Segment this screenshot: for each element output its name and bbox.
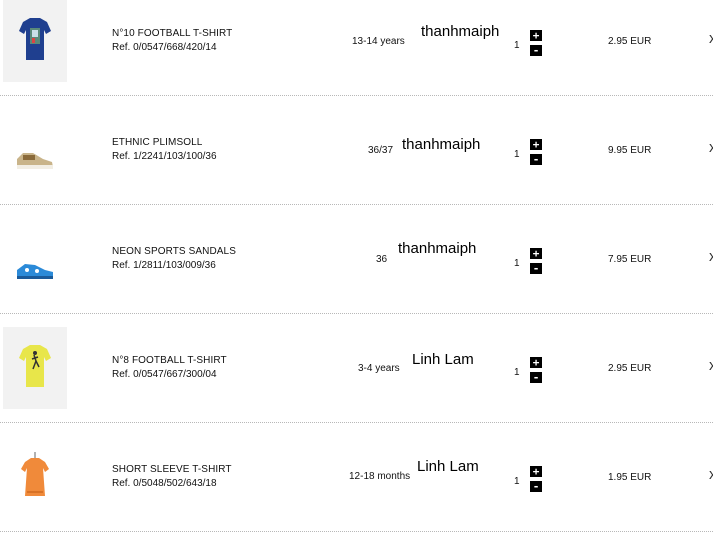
product-name[interactable]: NEON SPORTS SANDALS	[112, 246, 236, 257]
product-size: 13-14 years	[352, 36, 405, 47]
product-size: 36	[376, 254, 388, 265]
row-divider	[0, 313, 713, 314]
quantity-decrease-button[interactable]: -	[530, 263, 542, 274]
quantity-increase-button[interactable]: +	[530, 248, 542, 259]
cart-item-row: NEON SPORTS SANDALS Ref. 1/2811/103/009/…	[0, 218, 713, 327]
product-size: 3-4 years	[358, 363, 400, 374]
row-divider	[0, 422, 713, 423]
quantity-value: 1	[514, 40, 520, 51]
recipient-name: thanhmaiph	[398, 240, 477, 257]
remove-item-icon[interactable]: x	[709, 139, 713, 156]
row-divider	[0, 531, 713, 532]
quantity-decrease-button[interactable]: -	[530, 372, 542, 383]
cart-item-row: ETHNIC PLIMSOLL Ref. 1/2241/103/100/36 3…	[0, 109, 713, 218]
recipient-name: thanhmaiph	[402, 136, 481, 153]
yellow-tshirt-image[interactable]	[3, 327, 67, 409]
product-name[interactable]: SHORT SLEEVE T-SHIRT	[112, 464, 232, 475]
remove-item-icon[interactable]: x	[709, 30, 713, 47]
quantity-value: 1	[514, 367, 520, 378]
row-divider	[0, 204, 713, 205]
quantity-decrease-button[interactable]: -	[530, 481, 542, 492]
product-reference: Ref. 0/0547/668/420/14	[112, 42, 217, 53]
quantity-value: 1	[514, 258, 520, 269]
product-price: 9.95 EUR	[608, 145, 652, 156]
cart-item-row: N°10 FOOTBALL T-SHIRT Ref. 0/0547/668/42…	[0, 0, 713, 109]
recipient-name: Linh Lam	[412, 351, 474, 368]
cart-item-row: SHORT SLEEVE T-SHIRT Ref. 0/5048/502/643…	[0, 436, 713, 545]
quantity-increase-button[interactable]: +	[530, 30, 542, 41]
recipient-name: thanhmaiph	[421, 23, 500, 40]
product-size: 12-18 months	[349, 471, 411, 482]
recipient-name: Linh Lam	[417, 458, 479, 475]
blue-sandal-image[interactable]	[3, 218, 67, 300]
product-reference: Ref. 1/2241/103/100/36	[112, 151, 217, 162]
product-reference: Ref. 1/2811/103/009/36	[112, 260, 216, 271]
plimsoll-shoe-image[interactable]	[3, 109, 67, 191]
remove-item-icon[interactable]: x	[709, 466, 713, 483]
blue-tshirt-image[interactable]	[3, 0, 67, 82]
quantity-increase-button[interactable]: +	[530, 139, 542, 150]
product-size: 36/37	[368, 145, 394, 156]
row-divider	[0, 95, 713, 96]
product-reference: Ref. 0/0547/667/300/04	[112, 369, 217, 380]
product-reference: Ref. 0/5048/502/643/18	[112, 478, 217, 489]
quantity-value: 1	[514, 149, 520, 160]
quantity-increase-button[interactable]: +	[530, 466, 542, 477]
orange-tshirt-image[interactable]	[3, 436, 67, 518]
product-name[interactable]: ETHNIC PLIMSOLL	[112, 137, 202, 148]
product-price: 2.95 EUR	[608, 36, 652, 47]
product-price: 7.95 EUR	[608, 254, 652, 265]
product-price: 1.95 EUR	[608, 472, 652, 483]
cart-item-row: N°8 FOOTBALL T-SHIRT Ref. 0/0547/667/300…	[0, 327, 713, 436]
product-name[interactable]: N°10 FOOTBALL T-SHIRT	[112, 28, 232, 39]
quantity-decrease-button[interactable]: -	[530, 154, 542, 165]
quantity-increase-button[interactable]: +	[530, 357, 542, 368]
remove-item-icon[interactable]: x	[709, 248, 713, 265]
product-name[interactable]: N°8 FOOTBALL T-SHIRT	[112, 355, 227, 366]
quantity-value: 1	[514, 476, 520, 487]
quantity-decrease-button[interactable]: -	[530, 45, 542, 56]
product-price: 2.95 EUR	[608, 363, 652, 374]
remove-item-icon[interactable]: x	[709, 357, 713, 374]
